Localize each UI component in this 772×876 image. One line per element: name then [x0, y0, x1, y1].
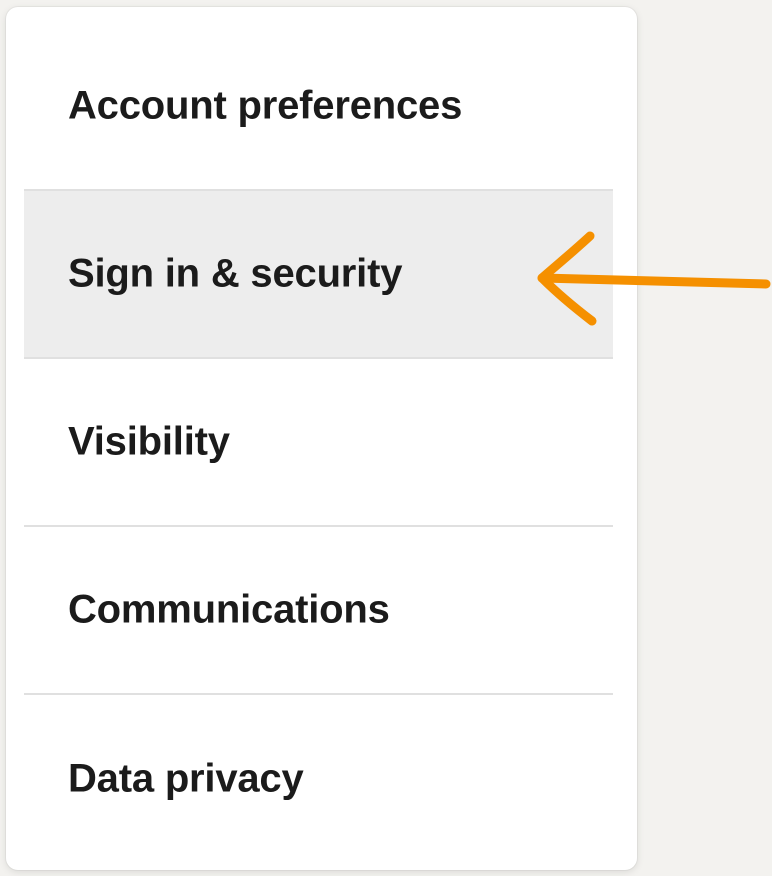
- arrow-left-icon-strokes: [537, 231, 771, 326]
- menu-item-account-preferences[interactable]: Account preferences: [24, 23, 613, 191]
- menu-item-visibility[interactable]: Visibility: [24, 359, 613, 527]
- menu-item-communications[interactable]: Communications: [24, 527, 613, 695]
- settings-menu-list: Account preferences Sign in & security V…: [24, 23, 613, 863]
- arrow-shaft: [537, 273, 771, 289]
- settings-menu-card: Account preferences Sign in & security V…: [6, 7, 637, 870]
- menu-item-label: Sign in & security: [68, 251, 403, 296]
- menu-item-label: Communications: [68, 587, 390, 632]
- menu-item-label: Account preferences: [68, 83, 463, 128]
- arrow-left-icon: [537, 231, 771, 326]
- menu-item-label: Data privacy: [68, 756, 304, 801]
- menu-item-label: Visibility: [68, 419, 230, 464]
- menu-item-data-privacy[interactable]: Data privacy: [24, 695, 613, 863]
